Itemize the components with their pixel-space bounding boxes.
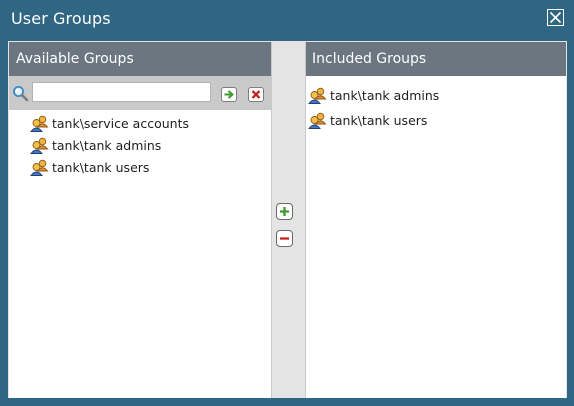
user-group-icon	[30, 137, 49, 154]
clear-x-icon	[251, 90, 261, 99]
user-group-icon	[30, 115, 49, 132]
available-groups-panel: Available Groups tank\service accounts t…	[9, 42, 272, 398]
included-groups-header: Included Groups	[306, 42, 566, 76]
minus-icon	[280, 237, 289, 240]
search-input[interactable]	[32, 82, 211, 102]
user-groups-dialog: User Groups Available Groups tank\servic…	[0, 0, 574, 406]
apply-filter-button[interactable]	[221, 87, 237, 102]
filter-bar	[9, 76, 271, 110]
group-label: tank\tank users	[52, 160, 150, 175]
arrow-right-icon	[224, 90, 234, 99]
dialog-content: Available Groups tank\service accounts t…	[8, 41, 567, 398]
title-bar: User Groups	[0, 0, 574, 38]
user-group-icon	[30, 159, 49, 176]
clear-filter-button[interactable]	[248, 87, 264, 102]
group-label: tank\tank users	[330, 113, 428, 128]
user-group-icon	[308, 112, 327, 129]
user-group-icon	[308, 87, 327, 104]
remove-group-button[interactable]	[276, 230, 293, 247]
available-groups-header: Available Groups	[9, 42, 271, 76]
group-label: tank\service accounts	[52, 116, 189, 131]
plus-icon	[280, 207, 289, 216]
included-groups-panel: Included Groups tank\tank admins tank\ta…	[305, 42, 566, 398]
close-button[interactable]	[547, 9, 564, 26]
close-icon	[549, 11, 562, 24]
group-label: tank\tank admins	[52, 138, 162, 153]
search-icon	[13, 86, 29, 102]
dialog-title: User Groups	[11, 9, 111, 28]
group-label: tank\tank admins	[330, 88, 440, 103]
add-group-button[interactable]	[276, 203, 293, 220]
